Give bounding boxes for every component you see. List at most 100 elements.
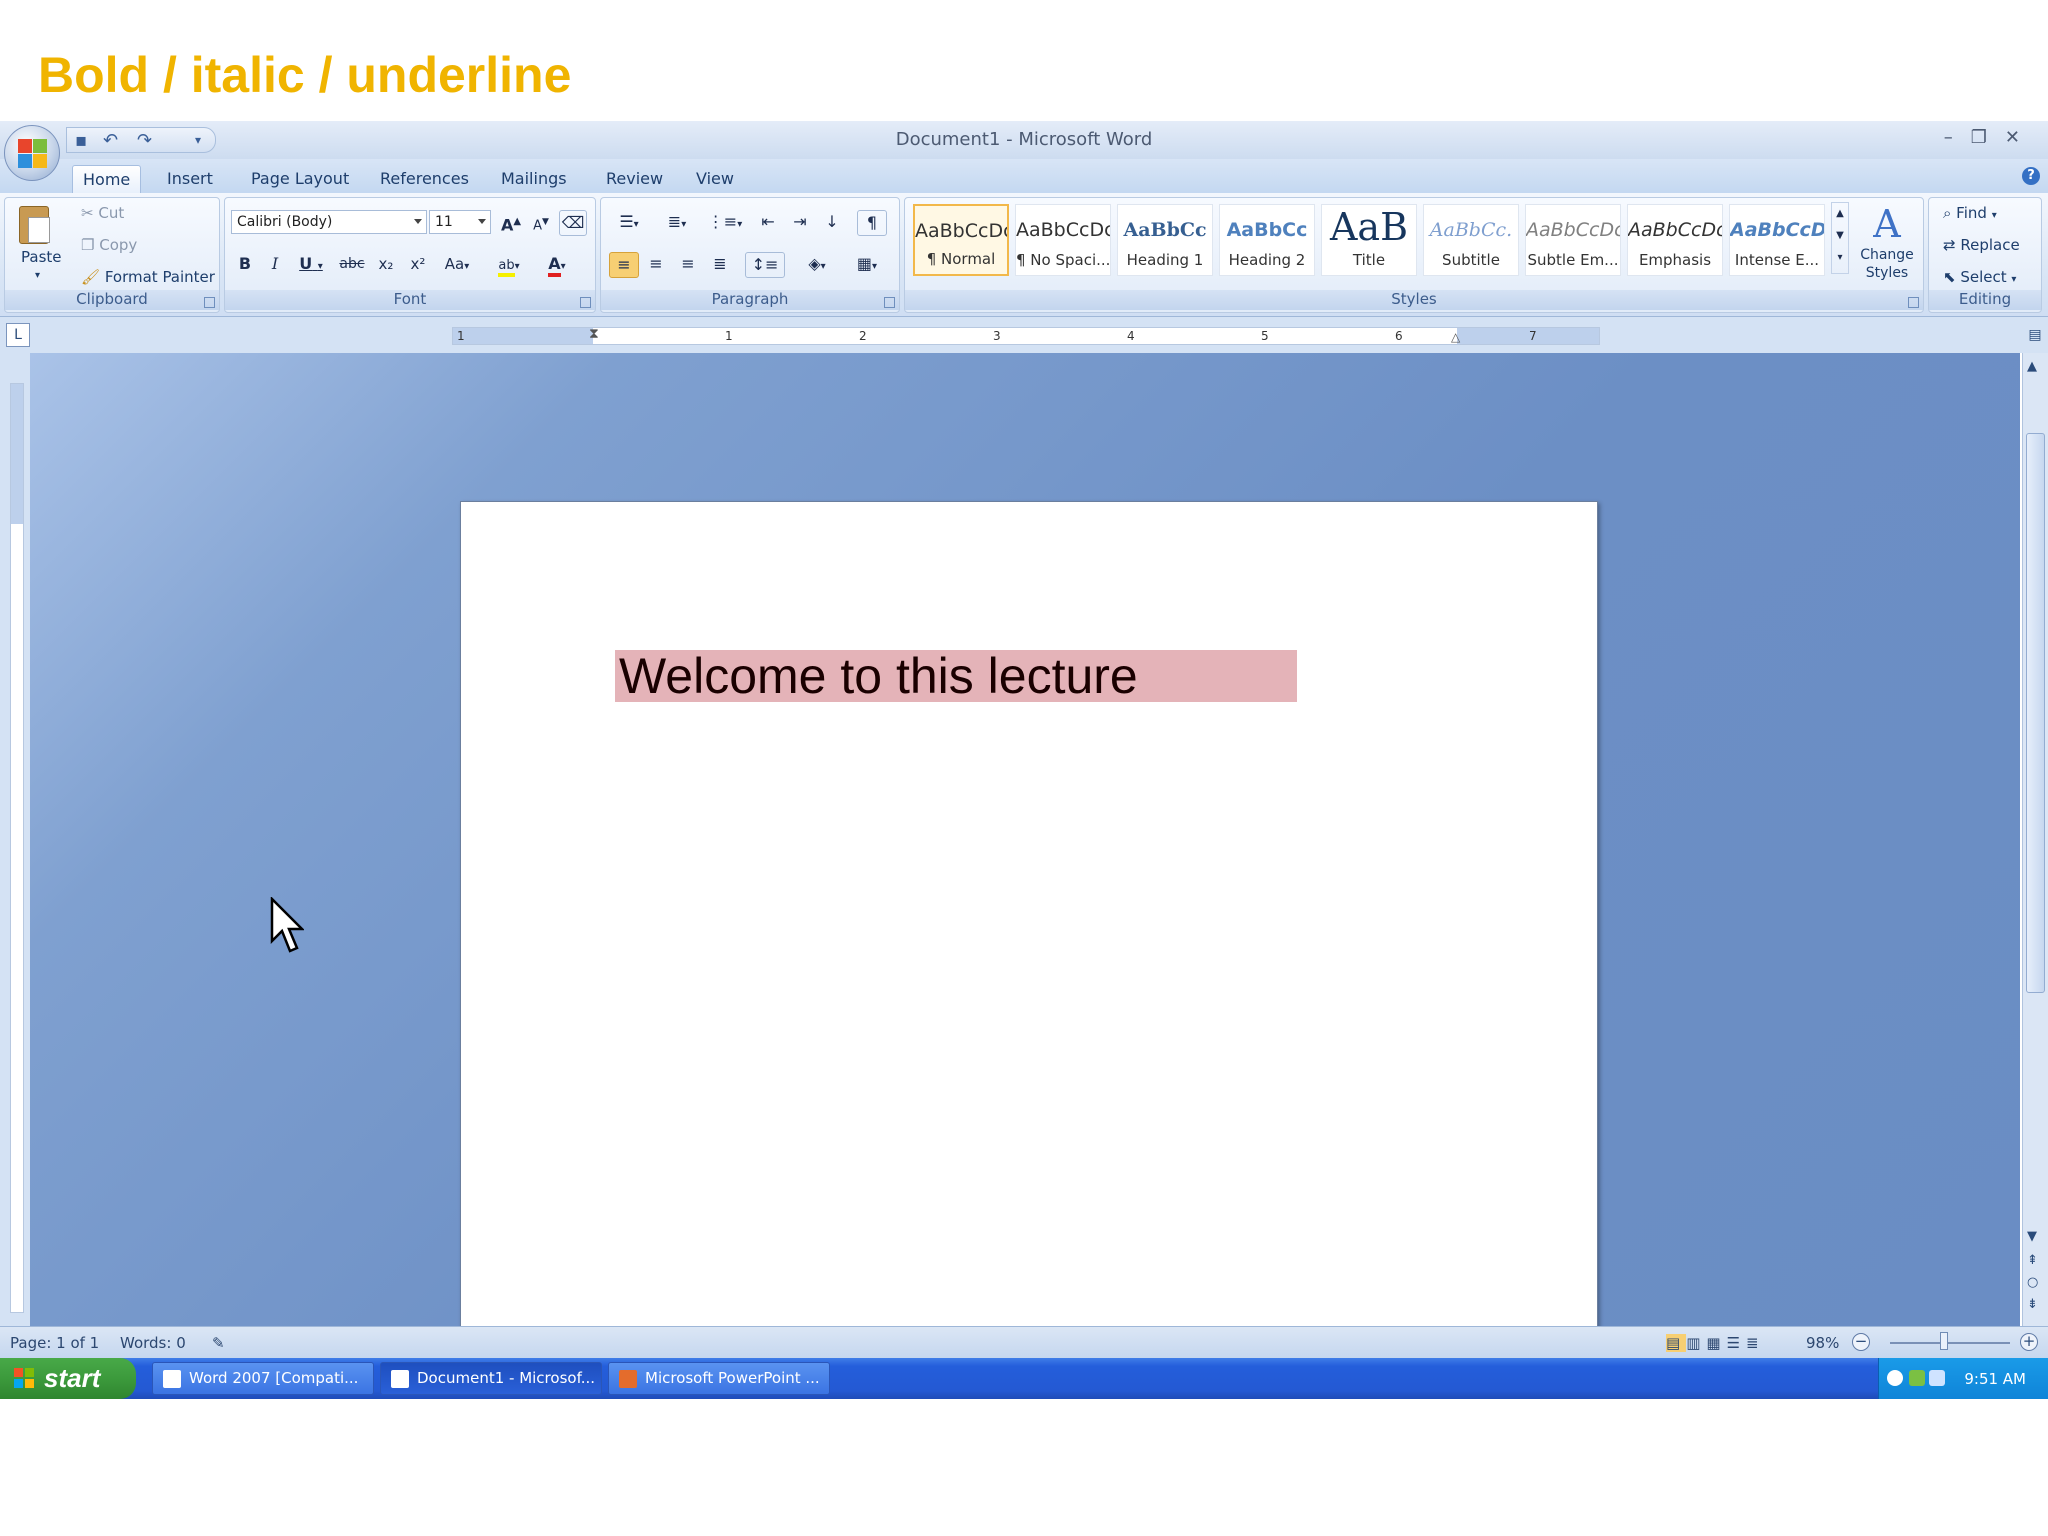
network-icon[interactable]	[1909, 1370, 1925, 1386]
align-center-icon[interactable]: ≡	[641, 252, 671, 278]
paste-button[interactable]: Paste	[21, 248, 62, 266]
web-layout-icon[interactable]: ▦	[1706, 1334, 1726, 1352]
style-no-spacing[interactable]: AaBbCcDc ¶ No Spaci...	[1015, 204, 1111, 276]
next-page-icon[interactable]: ⇟	[2027, 1297, 2038, 1312]
justify-icon[interactable]: ≣	[705, 252, 735, 278]
styles-dialog-launcher[interactable]	[1908, 297, 1919, 308]
tab-page-layout[interactable]: Page Layout	[241, 165, 359, 193]
print-layout-icon[interactable]: ▤	[1666, 1334, 1687, 1352]
tab-home[interactable]: Home	[72, 165, 142, 193]
taskbar-item-word-2007[interactable]: Word 2007 [Compati...	[152, 1362, 374, 1395]
paste-icon[interactable]	[19, 206, 50, 244]
paragraph-dialog-launcher[interactable]	[884, 297, 895, 308]
grow-font-button[interactable]: A▲	[497, 210, 525, 236]
scroll-up-icon[interactable]: ▲	[2027, 359, 2037, 374]
zoom-slider[interactable]	[1890, 1342, 2010, 1344]
show-formatting-icon[interactable]: ¶	[857, 210, 887, 236]
superscript-button[interactable]: x²	[403, 252, 433, 278]
clear-formatting-icon[interactable]: ⌫	[559, 210, 587, 236]
font-dialog-launcher[interactable]	[580, 297, 591, 308]
restore-icon[interactable]: ❐	[1971, 127, 2005, 148]
tab-insert[interactable]: Insert	[157, 165, 223, 193]
horizontal-ruler[interactable]: 1 1 2 3 4 5 6 7 ⧗ △	[452, 326, 1600, 345]
style-normal[interactable]: AaBbCcDc ¶ Normal	[913, 204, 1009, 276]
line-spacing-icon[interactable]: ↕≡	[745, 252, 785, 278]
close-icon[interactable]: ✕	[2005, 127, 2038, 148]
scroll-down-icon[interactable]: ▼	[2027, 1229, 2037, 1244]
change-case-button[interactable]: Aa▾	[437, 252, 477, 278]
decrease-indent-icon[interactable]: ⇤	[753, 210, 783, 236]
document-page[interactable]: Welcome to this lecture	[460, 501, 1598, 1399]
bullets-icon[interactable]: ☰▾	[609, 210, 649, 236]
office-button[interactable]	[4, 125, 60, 181]
change-styles-button[interactable]: A Change Styles	[1857, 202, 1917, 292]
selected-text[interactable]: Welcome to this lecture	[615, 650, 1297, 702]
previous-page-icon[interactable]: ⇞	[2027, 1253, 2038, 1268]
tray-expand-icon[interactable]	[1887, 1370, 1903, 1386]
browse-object-icon[interactable]: ○	[2027, 1275, 2038, 1290]
subscript-button[interactable]: x₂	[371, 252, 401, 278]
taskbar-item-powerpoint[interactable]: Microsoft PowerPoint ...	[608, 1362, 830, 1395]
taskbar-item-document1[interactable]: Document1 - Microsof...	[380, 1362, 602, 1395]
highlight-color-button[interactable]: ab▾	[487, 252, 531, 278]
zoom-level[interactable]: 98%	[1806, 1334, 1839, 1352]
style-intense-emphasis[interactable]: AaBbCcDcIntense E...	[1729, 204, 1825, 276]
underline-button[interactable]: U ▾	[291, 252, 331, 278]
word-count[interactable]: Words: 0	[120, 1334, 186, 1352]
cut-button[interactable]: ✂ Cut	[81, 204, 124, 222]
scroll-thumb[interactable]	[2026, 433, 2045, 993]
strikethrough-button[interactable]: abc	[335, 252, 369, 278]
clipboard-dialog-launcher[interactable]	[204, 297, 215, 308]
tab-references[interactable]: References	[370, 165, 479, 193]
start-button[interactable]: start	[0, 1358, 136, 1399]
borders-icon[interactable]: ▦▾	[845, 252, 889, 278]
left-indent-marker[interactable]: ⧗	[589, 326, 599, 342]
right-indent-marker[interactable]: △	[1451, 330, 1460, 344]
proofing-icon[interactable]: ✎	[212, 1334, 225, 1352]
vertical-ruler[interactable]	[0, 353, 30, 1326]
tab-review[interactable]: Review	[596, 165, 673, 193]
clock[interactable]: 9:51 AM	[1964, 1370, 2026, 1388]
zoom-slider-handle[interactable]	[1940, 1332, 1948, 1350]
outline-icon[interactable]: ☰	[1727, 1334, 1746, 1352]
copy-button[interactable]: ❐ Copy	[81, 236, 137, 254]
align-left-icon[interactable]: ≡	[609, 252, 639, 278]
help-icon[interactable]: ?	[2022, 167, 2040, 185]
format-painter-button[interactable]: 🖌 Format Painter	[81, 268, 215, 286]
draft-icon[interactable]: ≣	[1746, 1334, 1765, 1352]
font-name-combo[interactable]: Calibri (Body)	[231, 210, 427, 234]
multilevel-list-icon[interactable]: ⋮≡▾	[705, 210, 745, 236]
style-title[interactable]: AaB Title	[1321, 204, 1417, 276]
horizontal-ruler-bar: L 1 1 2 3 4 5 6 7 ⧗ △	[0, 317, 2048, 353]
page-count[interactable]: Page: 1 of 1	[10, 1334, 99, 1352]
style-heading-1[interactable]: AaBbCc Heading 1	[1117, 204, 1213, 276]
full-screen-reading-icon[interactable]: ▥	[1686, 1334, 1706, 1352]
shading-icon[interactable]: ◈▾	[795, 252, 839, 278]
numbering-icon[interactable]: ≣▾	[657, 210, 697, 236]
italic-button[interactable]: I	[261, 252, 289, 278]
tab-view[interactable]: View	[686, 165, 744, 193]
zoom-in-icon[interactable]: +	[2020, 1333, 2038, 1351]
align-right-icon[interactable]: ≡	[673, 252, 703, 278]
style-heading-2[interactable]: AaBbCc Heading 2	[1219, 204, 1315, 276]
increase-indent-icon[interactable]: ⇥	[785, 210, 815, 236]
font-size-combo[interactable]: 11	[429, 210, 491, 234]
select-button[interactable]: ⬉ Select ▾	[1943, 268, 2016, 286]
font-color-button[interactable]: A▾	[535, 252, 579, 278]
shrink-font-button[interactable]: A▼	[527, 210, 555, 236]
sort-icon[interactable]: ↓	[817, 210, 847, 236]
ruler-toggle-icon[interactable]: ▤	[2022, 317, 2048, 353]
style-subtle-emphasis[interactable]: AaBbCcDc Subtle Em...	[1525, 204, 1621, 276]
style-subtitle[interactable]: AaBbCc. Subtitle	[1423, 204, 1519, 276]
tab-selector[interactable]: L	[6, 323, 30, 347]
minimize-icon[interactable]: –	[1944, 127, 1971, 148]
bold-button[interactable]: B	[231, 252, 259, 278]
style-emphasis[interactable]: AaBbCcDc Emphasis	[1627, 204, 1723, 276]
zoom-out-icon[interactable]: −	[1852, 1333, 1870, 1351]
tab-mailings[interactable]: Mailings	[491, 165, 577, 193]
replace-button[interactable]: ⇄ Replace	[1943, 236, 2020, 254]
find-button[interactable]: ⌕ Find ▾	[1943, 204, 1997, 222]
vertical-scrollbar[interactable]: ▲ ▼ ⇞ ○ ⇟	[2022, 353, 2048, 1326]
styles-scroll[interactable]: ▲ ▼ ▾	[1831, 202, 1849, 274]
display-icon[interactable]	[1929, 1370, 1945, 1386]
